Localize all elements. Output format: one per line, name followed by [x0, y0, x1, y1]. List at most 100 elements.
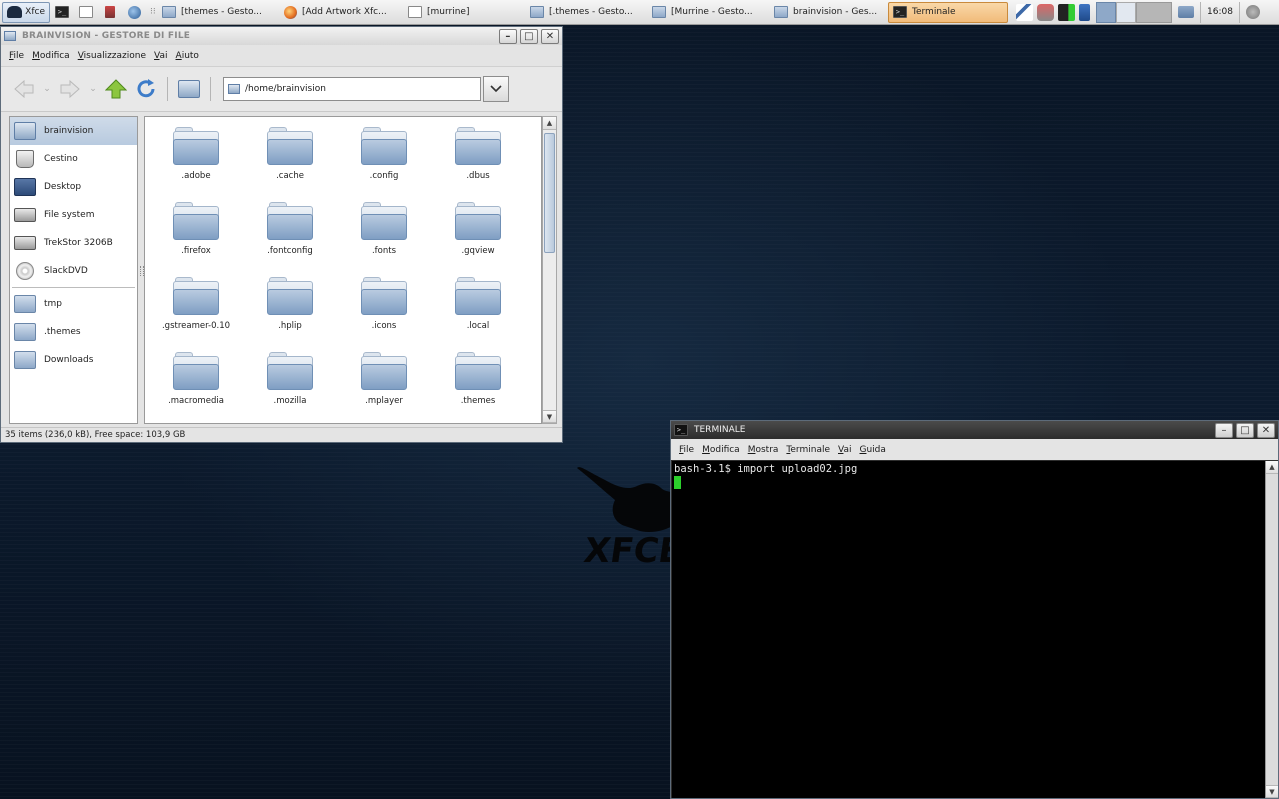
task-button-themes[interactable]: [themes - Gesto...: [158, 2, 280, 23]
forward-arrow-icon: [60, 79, 80, 99]
task-label: [themes - Gesto...: [181, 7, 262, 17]
folder-item[interactable]: .firefox: [149, 200, 243, 275]
menu-modifica[interactable]: Modifica: [32, 51, 70, 61]
folder-item[interactable]: .dbus: [431, 125, 525, 200]
logout-icon[interactable]: [1245, 5, 1260, 19]
file-manager-titlebar[interactable]: BRAINVISION - GESTORE DI FILE – □ ✕: [1, 27, 562, 45]
terminal-output[interactable]: bash-3.1$ import upload02.jpg: [672, 461, 1265, 798]
scroll-up-arrow-icon[interactable]: ▲: [543, 117, 556, 130]
scroll-down-arrow-icon[interactable]: ▼: [1266, 785, 1278, 798]
folder-icon-view[interactable]: .adobe .cache .config .dbus .firefox .fo…: [144, 116, 542, 424]
desktop-icon: [14, 178, 36, 196]
menu-visualizzazione[interactable]: Visualizzazione: [78, 51, 146, 61]
folder-label: .mplayer: [365, 396, 403, 406]
scroll-down-arrow-icon[interactable]: ▼: [543, 410, 556, 423]
settings-launcher[interactable]: [98, 2, 122, 23]
folder-item[interactable]: .icons: [337, 275, 431, 350]
terminal-launcher[interactable]: >_: [50, 2, 74, 23]
minimize-button[interactable]: –: [1215, 422, 1233, 438]
sidebar-item-file-system[interactable]: File system: [10, 201, 137, 229]
forward-history-dropdown[interactable]: ⌄: [85, 74, 101, 104]
folder-item[interactable]: .hplip: [243, 275, 337, 350]
maximize-button[interactable]: □: [1236, 422, 1254, 438]
sidebar-item-brainvision[interactable]: brainvision: [10, 117, 137, 145]
minimize-button[interactable]: –: [499, 28, 517, 44]
terminal-titlebar[interactable]: >_ TERMINALE – □ ✕: [671, 421, 1278, 439]
folder-icon: [267, 275, 313, 315]
forward-button[interactable]: [55, 74, 85, 104]
editor-launcher[interactable]: [74, 2, 98, 23]
task-label: [murrine]: [427, 7, 470, 17]
folder-item[interactable]: .mplayer: [337, 350, 431, 423]
folder-icon: [361, 200, 407, 240]
folder-item[interactable]: .macromedia: [149, 350, 243, 423]
folder-item[interactable]: .mozilla: [243, 350, 337, 423]
task-button-murrine[interactable]: [murrine]: [404, 2, 526, 23]
scroll-up-arrow-icon[interactable]: ▲: [1266, 461, 1278, 474]
back-history-dropdown[interactable]: ⌄: [39, 74, 55, 104]
terminal-scrollbar[interactable]: ▲ ▼: [1265, 461, 1278, 798]
maximize-button[interactable]: □: [520, 28, 538, 44]
folder-item[interactable]: .cache: [243, 125, 337, 200]
back-button[interactable]: [9, 74, 39, 104]
workspace-switcher[interactable]: [1096, 1, 1172, 23]
wireless-icon[interactable]: [1016, 3, 1033, 21]
home-button[interactable]: [174, 74, 204, 104]
task-button-brainvision[interactable]: brainvision - Ges...: [770, 2, 888, 23]
sidebar-item-cestino[interactable]: Cestino: [10, 145, 137, 173]
menu-guida[interactable]: Guida: [859, 445, 885, 455]
folder-item[interactable]: .local: [431, 275, 525, 350]
bluetooth-icon[interactable]: [1079, 3, 1090, 21]
home-folder-icon: [774, 6, 788, 18]
paintbrush-icon: [105, 6, 115, 18]
sidebar-item-tmp[interactable]: tmp: [10, 290, 137, 318]
sidebar-item-label: TrekStor 3206B: [44, 238, 113, 248]
sidebar-item-desktop[interactable]: Desktop: [10, 173, 137, 201]
menu-file[interactable]: File: [679, 445, 694, 455]
folder-item[interactable]: .fonts: [337, 200, 431, 275]
menu-vai[interactable]: Vai: [154, 51, 167, 61]
folder-item[interactable]: .adobe: [149, 125, 243, 200]
sidebar-item-themes[interactable]: .themes: [10, 318, 137, 346]
sidebar-separator: [12, 287, 135, 288]
sidebar-item-slackdvd[interactable]: SlackDVD: [10, 257, 137, 285]
icon-view-scrollbar[interactable]: ▲ ▼: [542, 116, 557, 424]
show-desktop-icon[interactable]: [1178, 6, 1194, 18]
folder-item[interactable]: .fontconfig: [243, 200, 337, 275]
xfce-menu-button[interactable]: Xfce: [2, 1, 50, 23]
network-icon[interactable]: [1037, 3, 1054, 21]
task-button-murrine-fm[interactable]: [Murrine - Gesto...: [648, 2, 770, 23]
workspace-1[interactable]: [1096, 1, 1116, 23]
sidebar-item-trekstor[interactable]: TrekStor 3206B: [10, 229, 137, 257]
folder-icon: [455, 350, 501, 390]
sidebar-item-label: tmp: [44, 299, 63, 309]
close-button[interactable]: ✕: [1257, 422, 1275, 438]
menu-terminale[interactable]: Terminale: [786, 445, 830, 455]
task-button-terminale[interactable]: >_ Terminale: [888, 1, 1008, 23]
back-arrow-icon: [14, 79, 34, 99]
workspace-3[interactable]: [1136, 1, 1172, 23]
clock[interactable]: 16:08: [1200, 1, 1240, 23]
menu-modifica[interactable]: Modifica: [702, 445, 740, 455]
task-button-add-artwork[interactable]: [Add Artwork Xfc...: [280, 2, 404, 23]
folder-item[interactable]: .gstreamer-0.10: [149, 275, 243, 350]
reload-button[interactable]: [131, 74, 161, 104]
up-button[interactable]: [101, 74, 131, 104]
browser-launcher[interactable]: [122, 2, 146, 23]
menu-file[interactable]: File: [9, 51, 24, 61]
location-dropdown-button[interactable]: [483, 76, 509, 102]
folder-item[interactable]: .themes: [431, 350, 525, 423]
folder-item[interactable]: .gqview: [431, 200, 525, 275]
close-button[interactable]: ✕: [541, 28, 559, 44]
menu-vai[interactable]: Vai: [838, 445, 851, 455]
menu-mostra[interactable]: Mostra: [748, 445, 779, 455]
scrollbar-thumb[interactable]: [544, 133, 555, 253]
task-button-dot-themes[interactable]: [.themes - Gesto...: [526, 2, 648, 23]
menu-aiuto[interactable]: Aiuto: [176, 51, 199, 61]
folder-label: .mozilla: [273, 396, 307, 406]
workspace-2[interactable]: [1116, 1, 1136, 23]
location-entry[interactable]: /home/brainvision: [223, 77, 481, 101]
battery-monitor-icon[interactable]: [1058, 3, 1075, 21]
folder-item[interactable]: .config: [337, 125, 431, 200]
sidebar-item-downloads[interactable]: Downloads: [10, 346, 137, 374]
